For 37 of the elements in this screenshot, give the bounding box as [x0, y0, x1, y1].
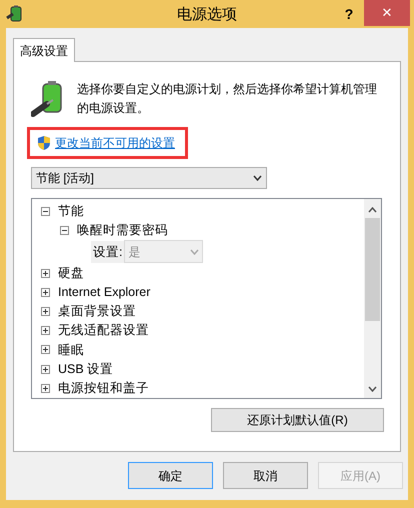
expand-icon[interactable] — [41, 384, 50, 393]
collapse-icon[interactable] — [60, 226, 69, 236]
shield-icon — [37, 135, 51, 151]
tree-item[interactable]: 电源按钮和盖子 — [58, 379, 149, 398]
scroll-up-icon[interactable] — [368, 207, 377, 213]
tree-item[interactable]: 桌面背景设置 — [58, 302, 136, 321]
setting-label: 设置: — [91, 240, 124, 263]
tree-item[interactable]: 无线适配器设置 — [58, 321, 149, 340]
tree-item[interactable]: 硬盘 — [58, 264, 84, 282]
expand-icon[interactable] — [41, 345, 50, 354]
scrollbar-thumb[interactable] — [365, 218, 380, 321]
tree-item[interactable]: USB 设置 — [58, 360, 114, 379]
tab[interactable]: 高级设置 — [13, 38, 75, 62]
chevron-down-icon — [190, 248, 200, 255]
change-settings-link[interactable]: 更改当前不可用的设置 — [55, 134, 175, 152]
dialog-button[interactable]: 确定 — [128, 462, 213, 489]
dialog-button[interactable]: 取消 — [223, 462, 308, 489]
tree-item[interactable]: 睡眠 — [58, 340, 84, 360]
tree-item[interactable]: 唤醒时需要密码 — [77, 221, 168, 240]
window-title: 电源选项 — [176, 5, 238, 25]
collapse-icon[interactable] — [41, 207, 50, 216]
scroll-down-icon[interactable] — [368, 386, 377, 392]
tree-item[interactable]: Internet Explorer — [58, 282, 150, 302]
description-text: 选择你要自定义的电源计划，然后选择你希望计算机管理的电源设置。 — [77, 81, 378, 117]
expand-icon[interactable] — [41, 288, 50, 297]
expand-icon[interactable] — [41, 326, 50, 336]
scrollbar[interactable] — [364, 199, 381, 398]
expand-icon[interactable] — [41, 268, 50, 278]
chevron-down-icon — [253, 175, 262, 181]
expand-icon[interactable] — [41, 307, 50, 316]
battery-plug-icon — [6, 5, 24, 23]
expand-icon[interactable] — [41, 364, 50, 374]
close-button[interactable]: ✕ — [364, 0, 410, 26]
plan-dropdown[interactable]: 节能 [活动] — [31, 167, 267, 189]
restore-defaults-button[interactable]: 还原计划默认值(R) — [211, 408, 384, 432]
tree-item[interactable]: 节能 — [58, 202, 84, 221]
help-button[interactable]: ? — [334, 0, 364, 28]
